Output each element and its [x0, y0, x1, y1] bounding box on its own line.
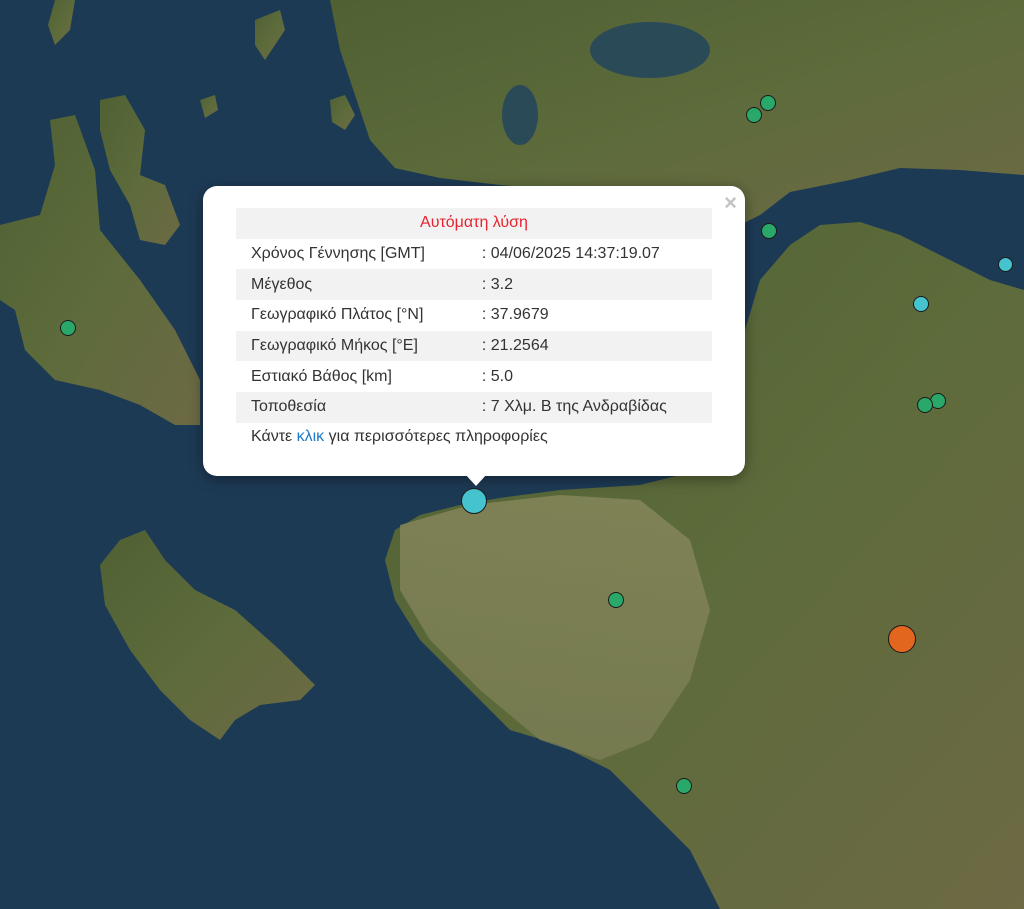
popup-tip [465, 474, 487, 486]
info-table: Αυτόματη λύση Χρόνος Γέννησης [GMT] : 04… [236, 208, 712, 423]
earthquake-marker[interactable] [760, 95, 776, 111]
earthquake-marker[interactable] [676, 778, 692, 794]
info-label: Χρόνος Γέννησης [GMT] [251, 245, 425, 263]
info-row: Μέγεθος : 3.2 [236, 269, 712, 301]
earthquake-marker[interactable] [917, 397, 933, 413]
earthquake-marker[interactable] [888, 625, 916, 653]
popup-title: Αυτόματη λύση [236, 208, 712, 239]
info-value: : 21.2564 [467, 330, 712, 362]
info-label: Γεωγραφικό Μήκος [°E] [236, 330, 468, 362]
info-row: Γεωγραφικό Μήκος [°E] : 21.2564 [236, 330, 712, 362]
earthquake-marker[interactable] [913, 296, 929, 312]
info-value: : 37.9679 [481, 306, 549, 324]
lake [590, 22, 710, 78]
earthquake-info-popup: × Αυτόματη λύση Χρόνος Γέννησης [GMT] : … [203, 186, 745, 476]
close-icon[interactable]: × [724, 190, 737, 216]
info-value: : 7 Χλμ. Β της Ανδραβίδας [467, 392, 712, 423]
info-label: Γεωγραφικό Πλάτος [°N] [251, 306, 424, 324]
info-label: Τοποθεσία [236, 392, 468, 423]
earthquake-marker[interactable] [608, 592, 624, 608]
info-value: : 3.2 [467, 269, 712, 301]
info-label: Μέγεθος [236, 269, 468, 301]
info-row: Εστιακό Βάθος [km] : 5.0 [236, 361, 712, 392]
earthquake-marker[interactable] [746, 107, 762, 123]
info-row: Γεωγραφικό Πλάτος [°N] : 37.9679 [236, 300, 712, 331]
more-info-text: Κάντε κλικ για περισσότερες πληροφορίες [251, 428, 548, 446]
info-row: Χρόνος Γέννησης [GMT] : 04/06/2025 14:37… [236, 239, 712, 270]
earthquake-marker[interactable] [998, 257, 1013, 272]
earthquake-marker-selected[interactable] [461, 488, 487, 514]
earthquake-marker[interactable] [60, 320, 76, 336]
info-value: : 04/06/2025 14:37:19.07 [481, 245, 660, 263]
info-value: : 5.0 [481, 367, 514, 385]
info-label: Εστιακό Βάθος [km] [251, 367, 392, 385]
earthquake-marker[interactable] [761, 223, 777, 239]
more-suffix: για περισσότερες πληροφορίες [324, 428, 548, 445]
more-info-link[interactable]: κλικ [297, 428, 325, 445]
info-row: Τοποθεσία : 7 Χλμ. Β της Ανδραβίδας [236, 392, 712, 423]
lake [502, 85, 538, 145]
more-prefix: Κάντε [251, 428, 297, 445]
